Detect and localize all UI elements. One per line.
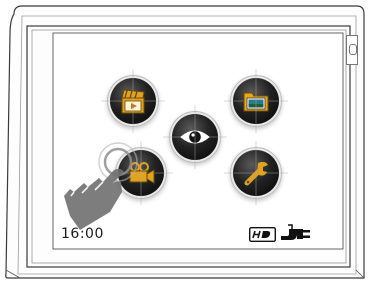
clock: 16:00 <box>61 226 104 242</box>
folder-icon <box>243 92 269 112</box>
view-button[interactable] <box>172 114 218 160</box>
side-slot <box>346 35 358 65</box>
eye-icon <box>180 130 210 144</box>
settings-button[interactable] <box>233 150 279 196</box>
file-browser-button[interactable] <box>233 78 279 124</box>
hd-icon <box>249 227 276 242</box>
video-gallery-button[interactable] <box>110 78 156 124</box>
wrench-icon <box>244 161 268 186</box>
clapperboard-icon <box>121 89 145 114</box>
power-plug-icon <box>281 224 310 240</box>
pointing-hand-icon <box>64 142 138 230</box>
